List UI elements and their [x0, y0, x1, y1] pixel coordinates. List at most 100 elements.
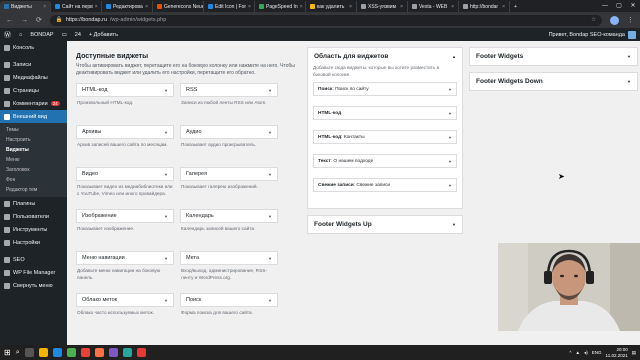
avatar[interactable]	[628, 30, 636, 39]
wordpress-logo-icon[interactable]: Ⓦ	[4, 30, 11, 40]
minimize-button[interactable]: —	[598, 0, 612, 12]
widget-handle[interactable]: Архивы ▼	[76, 125, 174, 139]
submenu-item[interactable]: Фон	[0, 175, 67, 185]
expand-icon[interactable]: ▼	[164, 214, 168, 219]
expand-icon[interactable]: ▼	[448, 159, 452, 164]
browser-tab[interactable]: Edit Icon | For ×	[204, 1, 255, 12]
expand-icon[interactable]: ▼	[268, 256, 272, 261]
tray-chevron-icon[interactable]: ^	[569, 350, 571, 355]
widget-handle[interactable]: Видео ▼	[76, 167, 174, 181]
app-icon[interactable]	[108, 348, 118, 357]
widget-handle[interactable]: Галерея ▼	[180, 167, 278, 181]
collapse-icon[interactable]: ▲	[452, 54, 456, 59]
expand-icon[interactable]: ▼	[268, 172, 272, 177]
profile-avatar[interactable]	[610, 15, 619, 25]
search-icon[interactable]: ⌕	[16, 349, 20, 357]
browser-tab[interactable]: Vesta - WEB ×	[408, 1, 459, 12]
sidebar-item[interactable]: Консоль	[0, 41, 67, 54]
submenu-item[interactable]: Меню	[0, 155, 67, 165]
widget-handle[interactable]: Изображение ▼	[76, 209, 174, 223]
widget-handle[interactable]: HTML-код ▼	[76, 83, 174, 97]
widget-area-header[interactable]: Footer Widgets Up ▼	[308, 216, 462, 233]
comments-count[interactable]: 24	[75, 32, 81, 38]
tab-close-icon[interactable]: ×	[145, 4, 148, 10]
tab-close-icon[interactable]: ×	[502, 4, 505, 10]
network-icon[interactable]: ▲	[576, 350, 580, 355]
sidebar-item[interactable]: Страницы	[0, 84, 67, 97]
browser-tab[interactable]: Виджеты ×	[0, 1, 51, 12]
submenu-item[interactable]: Редактор тем	[0, 185, 67, 195]
expand-icon[interactable]: ▼	[268, 214, 272, 219]
add-new-menu[interactable]: + Добавить	[89, 32, 118, 38]
expand-icon[interactable]: ▼	[164, 256, 168, 261]
widget-handle[interactable]: Меню навигации ▼	[76, 251, 174, 265]
sidebar-item[interactable]: SEO	[0, 253, 67, 266]
expand-icon[interactable]: ▼	[268, 130, 272, 135]
placed-widget[interactable]: HTML-код: Контакты ▼	[313, 130, 457, 144]
sidebar-item[interactable]: Плагины	[0, 197, 67, 210]
site-name-link[interactable]: BONDAP	[30, 32, 53, 38]
submenu-item[interactable]: Виджеты	[0, 145, 67, 155]
submenu-item[interactable]: Темы	[0, 125, 67, 135]
browser-tab[interactable]: XSS-уязвим ×	[357, 1, 408, 12]
file-explorer-icon[interactable]	[38, 348, 48, 357]
expand-icon[interactable]: ▼	[627, 54, 631, 59]
widget-handle[interactable]: Календарь ▼	[180, 209, 278, 223]
widget-handle[interactable]: Аудио ▼	[180, 125, 278, 139]
new-tab-button[interactable]: +	[510, 1, 522, 12]
expand-icon[interactable]: ▼	[164, 172, 168, 177]
tab-close-icon[interactable]: ×	[451, 4, 454, 10]
recording-icon[interactable]	[136, 348, 146, 357]
close-window-button[interactable]: ✕	[626, 0, 640, 12]
sidebar-item[interactable]: Комментарии 24	[0, 97, 67, 110]
widget-handle[interactable]: RSS ▼	[180, 83, 278, 97]
submenu-item[interactable]: Заголовок	[0, 165, 67, 175]
windows-start-icon[interactable]: ⊞	[4, 348, 11, 357]
expand-icon[interactable]: ▼	[448, 183, 452, 188]
expand-icon[interactable]: ▼	[268, 298, 272, 303]
widget-handle[interactable]: Облако меток ▼	[76, 293, 174, 307]
widget-area-header[interactable]: Footer Widgets Down ▼	[470, 73, 637, 90]
expand-icon[interactable]: ▼	[164, 130, 168, 135]
expand-icon[interactable]: ▼	[164, 88, 168, 93]
app-icon[interactable]	[66, 348, 76, 357]
tab-close-icon[interactable]: ×	[43, 4, 46, 10]
maximize-button[interactable]: ▢	[612, 0, 626, 12]
app-icon[interactable]	[94, 348, 104, 357]
tab-close-icon[interactable]: ×	[400, 4, 403, 10]
tab-close-icon[interactable]: ×	[300, 4, 303, 10]
app-icon[interactable]	[122, 348, 132, 357]
browser-tab[interactable]: PageSpeed In ×	[255, 1, 306, 12]
task-view-icon[interactable]	[24, 348, 34, 357]
browser-tab[interactable]: Generecons Neue×	[153, 1, 204, 12]
greeting-link[interactable]: Привет, Bondap SEO-команда	[549, 32, 625, 38]
sidebar-item[interactable]: Записи	[0, 58, 67, 71]
expand-icon[interactable]: ▼	[448, 87, 452, 92]
placed-widget[interactable]: Текст: О нашем подходе ▼	[313, 154, 457, 168]
clock[interactable]: 20:00 11.02.2021	[606, 347, 628, 358]
star-icon[interactable]: ☆	[591, 17, 596, 23]
widget-area-header[interactable]: Область для виджетов ▲	[308, 48, 462, 65]
widget-handle[interactable]: Поиск ▼	[180, 293, 278, 307]
tab-close-icon[interactable]: ×	[248, 4, 251, 10]
widget-area-header[interactable]: Footer Widgets ▼	[470, 48, 637, 65]
sidebar-item[interactable]: Настройки	[0, 236, 67, 249]
placed-widget[interactable]: Свежие записи: Свежие записи ▼	[313, 178, 457, 192]
browser-tab[interactable]: как удалить ×	[306, 1, 357, 12]
expand-icon[interactable]: ▼	[164, 298, 168, 303]
expand-icon[interactable]: ▼	[448, 135, 452, 140]
expand-icon[interactable]: ▼	[452, 222, 456, 227]
notifications-icon[interactable]: ▤	[632, 350, 636, 356]
back-icon[interactable]: ←	[6, 17, 13, 24]
sidebar-item[interactable]: Пользователи	[0, 210, 67, 223]
sidebar-item[interactable]: Медиафайлы	[0, 71, 67, 84]
address-bar[interactable]: 🔒 https://bondap.ru/wp-admin/widgets.php…	[49, 14, 602, 26]
chrome-icon[interactable]	[80, 348, 90, 357]
comments-icon[interactable]: ▭	[62, 32, 67, 38]
expand-icon[interactable]: ▼	[268, 88, 272, 93]
browser-tab[interactable]: Сайт на перв ×	[51, 1, 102, 12]
app-icon[interactable]	[52, 348, 62, 357]
volume-icon[interactable]: ◂)	[584, 350, 588, 356]
widget-handle[interactable]: Мета ▼	[180, 251, 278, 265]
browser-tab[interactable]: Редактирова ×	[102, 1, 153, 12]
